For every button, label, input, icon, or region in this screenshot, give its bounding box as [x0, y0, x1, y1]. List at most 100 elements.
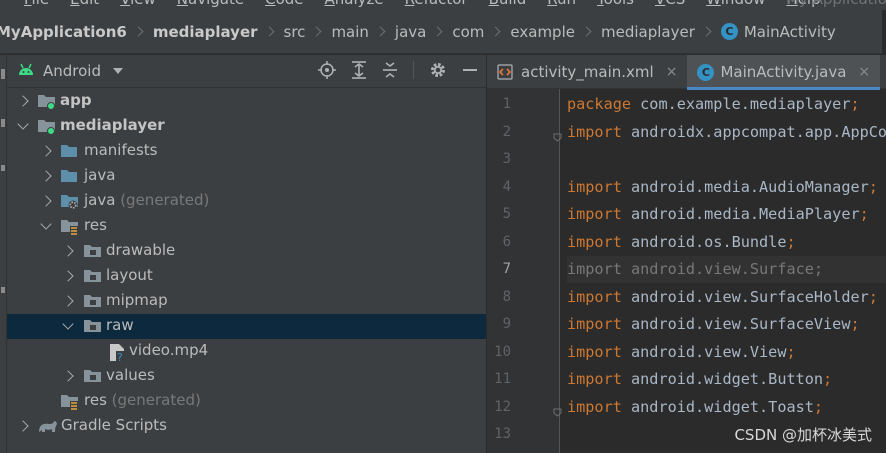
chevron-right-icon[interactable]	[40, 195, 52, 207]
tree-folder-mipmap[interactable]: mipmap	[7, 289, 486, 314]
locate-icon[interactable]	[318, 61, 336, 79]
tree-folder-values[interactable]: values	[7, 364, 486, 389]
tree-folder-java[interactable]: java	[7, 164, 486, 189]
breadcrumb-label: example	[510, 22, 575, 41]
folder-icon	[83, 268, 103, 285]
menu-item[interactable]: Tools	[597, 0, 634, 8]
breadcrumb-item[interactable]: example	[510, 23, 601, 41]
menu-item[interactable]: Edit	[70, 0, 99, 8]
breadcrumb-label: main	[331, 22, 369, 41]
folder-icon	[83, 243, 103, 260]
expand-all-icon[interactable]	[351, 61, 367, 79]
menu-item[interactable]: Build	[489, 0, 527, 8]
tree-gradle-scripts[interactable]: Gradle Scripts	[7, 414, 486, 439]
editor-tabs: activity_main.xml × C MainActivity.java ×	[487, 55, 886, 90]
tree-item-text: app	[60, 91, 92, 109]
code-area[interactable]: package com.example.mediaplayer; import a…	[561, 89, 886, 453]
tool-window-stripe	[0, 55, 7, 453]
close-icon[interactable]: ×	[858, 64, 870, 80]
tree-folder-layout[interactable]: layout	[7, 264, 486, 289]
breadcrumb-item[interactable]: mediaplayer	[153, 23, 284, 41]
tree-folder-drawable[interactable]: drawable	[7, 239, 486, 264]
chevron-right-icon[interactable]	[62, 370, 74, 382]
breadcrumb-item[interactable]: mediaplayer	[601, 23, 721, 41]
menu-item[interactable]: Code	[265, 0, 303, 8]
tree-item-text: mediaplayer	[60, 116, 165, 134]
chevron-down-icon[interactable]	[113, 68, 123, 74]
breadcrumb-label: com	[452, 22, 485, 41]
tree-item-label: java	[84, 166, 115, 184]
chevron-right-icon[interactable]	[40, 145, 52, 157]
minimize-icon[interactable]	[462, 62, 478, 78]
menu-item[interactable]: Analyze	[325, 0, 384, 8]
code-line: import android.widget.Toast;	[567, 394, 886, 421]
tab-activity-main-xml[interactable]: activity_main.xml ×	[487, 55, 687, 89]
breadcrumb-item[interactable]: main	[331, 23, 394, 41]
tree-module-mediaplayer[interactable]: mediaplayer	[7, 114, 486, 139]
gradle-icon	[37, 418, 59, 434]
code-line: import android.view.Surface;	[567, 256, 886, 283]
close-icon[interactable]: ×	[666, 64, 678, 80]
tree-folder-res[interactable]: res	[7, 214, 486, 239]
menu-item[interactable]: Refactor	[405, 0, 468, 8]
menu-item[interactable]: Run	[547, 0, 576, 8]
tree-folder-raw[interactable]: raw	[7, 314, 486, 339]
chevron-right-icon	[311, 26, 322, 37]
breadcrumb-item[interactable]: com	[452, 23, 510, 41]
chevron-down-icon[interactable]	[62, 318, 74, 332]
line-number: 4	[502, 178, 511, 195]
tree-item-label: java (generated)	[84, 191, 209, 209]
tree-module-app[interactable]: app	[7, 89, 486, 114]
line-number: 3	[502, 151, 511, 167]
breadcrumb-item[interactable]: C MainActivity	[720, 22, 836, 41]
breadcrumb-item[interactable]: src	[284, 23, 332, 41]
tree-folder-java-generated[interactable]: java (generated)	[7, 189, 486, 214]
chevron-right-icon[interactable]	[40, 170, 52, 182]
chevron-right-icon[interactable]	[62, 270, 74, 282]
code-keyword: import	[567, 287, 622, 306]
line-number: 6	[502, 233, 511, 250]
tab-main-activity-java[interactable]: C MainActivity.java ×	[687, 55, 881, 90]
resource-folder-icon	[60, 218, 80, 235]
breadcrumb-label: MyApplication6	[0, 22, 127, 41]
code-line: import android.widget.Button;	[567, 366, 886, 393]
project-view-selector[interactable]: Android	[43, 62, 101, 80]
chevron-right-icon[interactable]	[17, 420, 29, 432]
tree-item-text: mipmap	[106, 291, 168, 309]
code-keyword: import	[567, 205, 622, 223]
menu-item[interactable]: VCS	[655, 0, 685, 8]
chevron-down-icon[interactable]	[40, 218, 52, 232]
chevron-down-icon[interactable]	[17, 118, 29, 132]
code-keyword: import	[567, 397, 622, 416]
menu-item[interactable]: Window	[706, 0, 765, 8]
chevron-right-icon[interactable]	[62, 245, 74, 257]
tree-file-video[interactable]: ? video.mp4	[7, 339, 486, 364]
menu-bar: File Edit View Navigate Code Analyze Refactor B…	[0, 0, 886, 10]
breadcrumb-label: MainActivity	[743, 22, 836, 41]
project-toolbar: Android	[7, 55, 486, 88]
chevron-right-icon[interactable]	[62, 295, 74, 307]
tree-folder-res-generated[interactable]: res (generated)	[7, 389, 486, 414]
code-text: android.media.MediaPlayer	[621, 205, 860, 223]
menu-item[interactable]: View	[120, 0, 156, 8]
code-text: android.view.View	[621, 342, 787, 361]
code-line: import android.media.AudioManager;	[567, 174, 886, 201]
chevron-right-icon[interactable]	[17, 95, 29, 107]
code-semicolon: ;	[850, 95, 860, 113]
tree-item-label: values	[106, 366, 155, 384]
tree-item-label: mipmap	[106, 291, 168, 309]
menu-item[interactable]: File	[24, 0, 49, 8]
code-text: android.widget.Toast	[621, 397, 814, 416]
gear-icon[interactable]	[429, 61, 447, 79]
code-text: android.view.SurfaceView	[621, 315, 851, 333]
tree-folder-manifests[interactable]: manifests	[7, 139, 486, 164]
menu-item[interactable]: Navigate	[177, 0, 244, 8]
code-keyword: import	[567, 122, 622, 141]
breadcrumb-item[interactable]: MyApplication6	[0, 23, 153, 41]
breadcrumb-item[interactable]: java	[395, 23, 452, 41]
code-semicolon: ;	[850, 315, 860, 333]
line-number: 2	[502, 123, 511, 140]
collapse-all-icon[interactable]	[382, 61, 398, 79]
tree-item-text: values	[106, 366, 155, 384]
